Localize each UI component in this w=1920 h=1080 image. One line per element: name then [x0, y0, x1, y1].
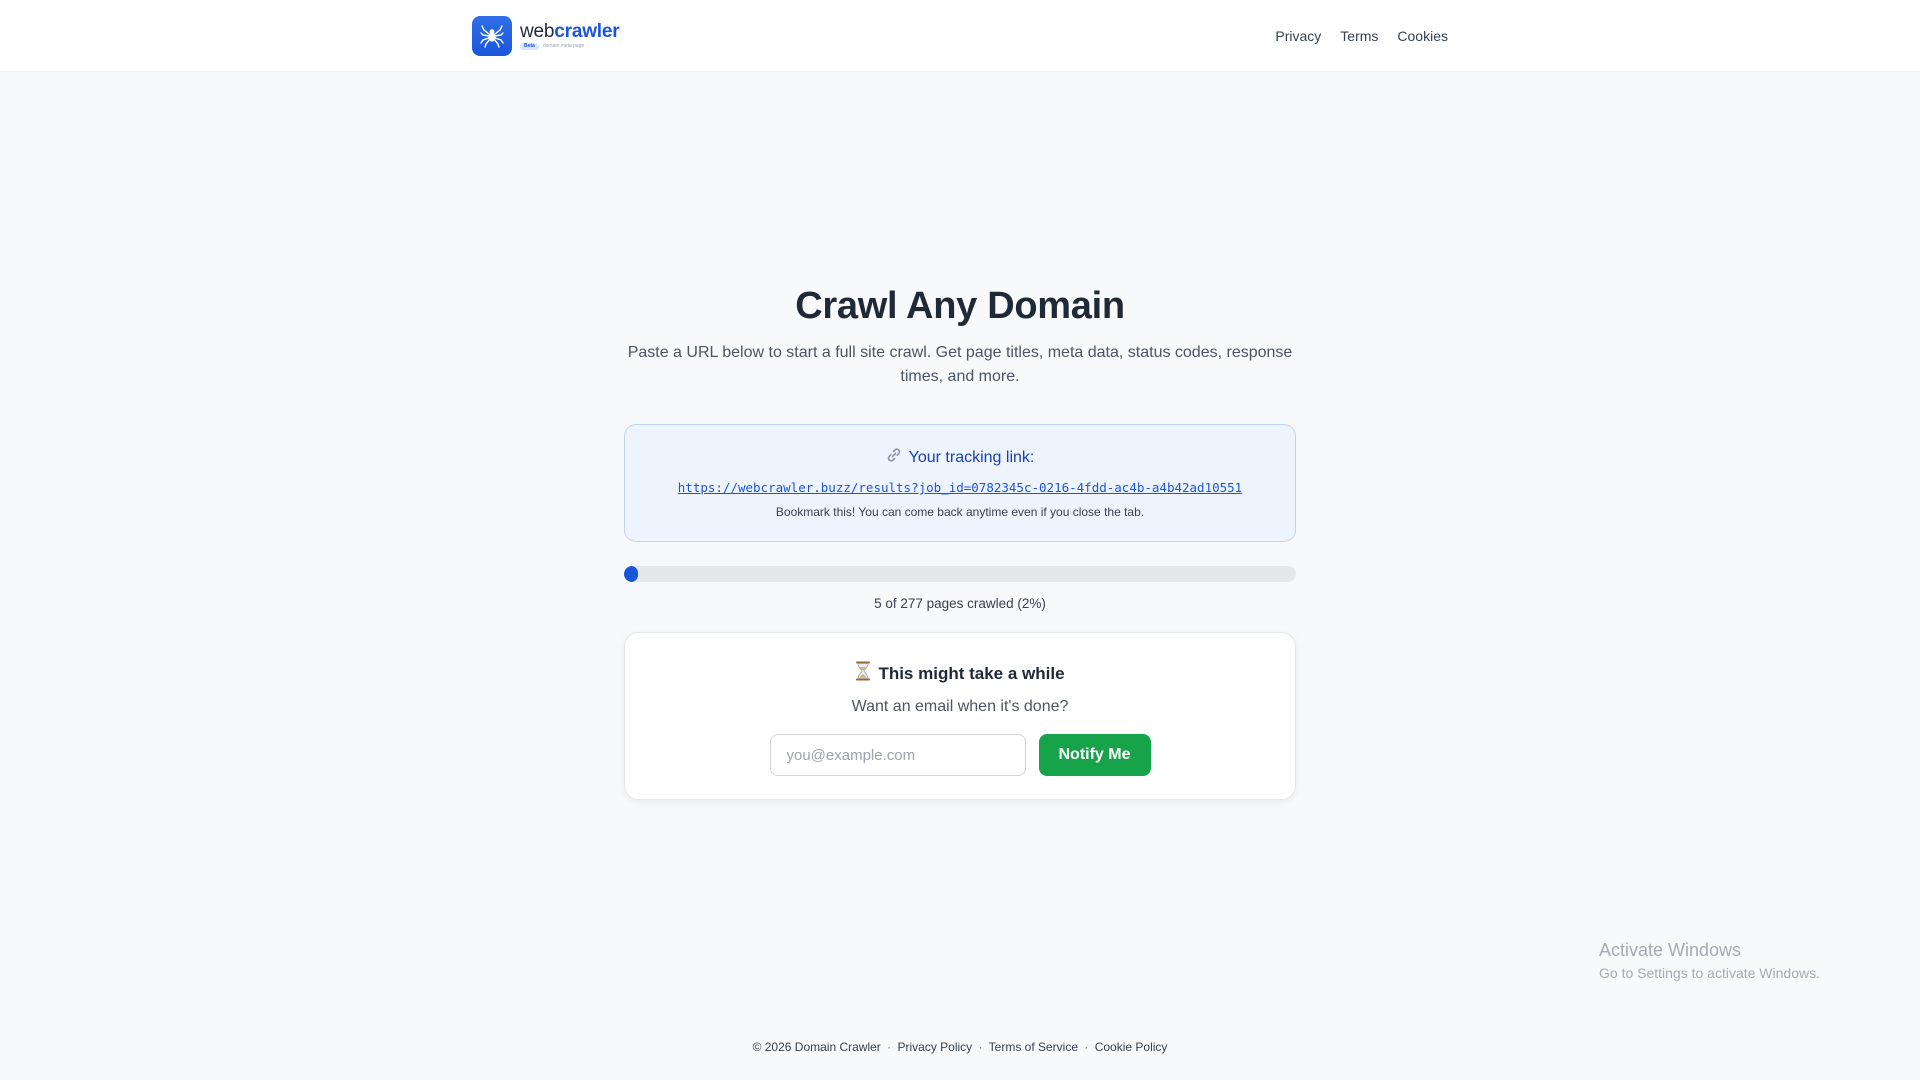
spider-icon-svg	[480, 25, 504, 48]
crawl-progress-text: 5 of 277 pages crawled (2%)	[874, 596, 1046, 611]
nav-privacy-link[interactable]: Privacy	[1275, 28, 1321, 44]
watermark-title: Activate Windows	[1599, 940, 1742, 960]
page-subtitle: Paste a URL below to start a full site c…	[627, 344, 1293, 385]
beta-badge: Beta	[520, 43, 539, 50]
footer-copyright: © 2026 Domain Crawler	[752, 1040, 881, 1054]
footer-separator: ·	[887, 1040, 892, 1054]
tracking-link-box: Your tracking link: https://webcrawler.b…	[624, 424, 1296, 542]
footer-separator: ·	[1084, 1040, 1089, 1054]
watermark-subtitle: Go to Settings to activate Windows.	[1599, 965, 1820, 981]
crawl-progress-fill	[624, 566, 638, 582]
tracking-note: Bookmark this! You can come back anytime…	[775, 505, 1145, 519]
footer-privacy-link[interactable]: Privacy Policy	[898, 1040, 973, 1054]
notify-subtext: Want an email when it's done?	[851, 698, 1069, 715]
brand-name-web: web	[520, 21, 555, 42]
nav-cookies-link[interactable]: Cookies	[1397, 28, 1448, 44]
site-footer: © 2026 Domain Crawler · Privacy Policy ·…	[0, 1040, 1920, 1054]
notify-me-button[interactable]: Notify Me	[1038, 734, 1151, 776]
hourglass-icon	[855, 661, 871, 686]
hourglass-icon-svg	[856, 661, 871, 681]
footer-cookie-link[interactable]: Cookie Policy	[1095, 1040, 1168, 1054]
brand-text: webcrawler Beta domain meta page	[520, 21, 620, 50]
crawl-progress-bar	[624, 566, 1296, 582]
brand-name: webcrawler	[520, 21, 620, 42]
notify-card: This might take a while Want an email wh…	[624, 632, 1296, 800]
site-header: webcrawler Beta domain meta page Privacy…	[0, 0, 1920, 72]
main-content: Crawl Any Domain Paste a URL below to st…	[624, 280, 1296, 800]
notify-heading: This might take a while	[855, 661, 1065, 686]
spider-icon	[472, 16, 512, 56]
brand-name-crawler: crawler	[554, 21, 620, 42]
email-input[interactable]	[769, 734, 1026, 776]
tracking-heading: Your tracking link:	[886, 447, 1035, 468]
page-title: Crawl Any Domain	[795, 285, 1125, 327]
link-icon	[886, 447, 902, 468]
brand-sub: Beta domain meta page	[520, 43, 619, 50]
tracking-heading-label: Your tracking link:	[908, 448, 1035, 466]
tracking-url-link[interactable]: https://webcrawler.buzz/results?job_id=0…	[678, 480, 1242, 495]
notify-form: Notify Me	[769, 734, 1151, 776]
link-icon-svg	[887, 448, 900, 462]
notify-heading-label: This might take a while	[878, 663, 1065, 683]
footer-separator: ·	[978, 1040, 983, 1054]
activate-windows-watermark: Activate Windows Go to Settings to activ…	[1599, 938, 1820, 982]
nav-terms-link[interactable]: Terms	[1340, 28, 1378, 44]
brand-logo[interactable]: webcrawler Beta domain meta page	[472, 16, 620, 56]
brand-tagline: domain meta page	[542, 43, 585, 49]
top-nav: Privacy Terms Cookies	[1275, 0, 1448, 72]
footer-terms-link[interactable]: Terms of Service	[989, 1040, 1078, 1054]
